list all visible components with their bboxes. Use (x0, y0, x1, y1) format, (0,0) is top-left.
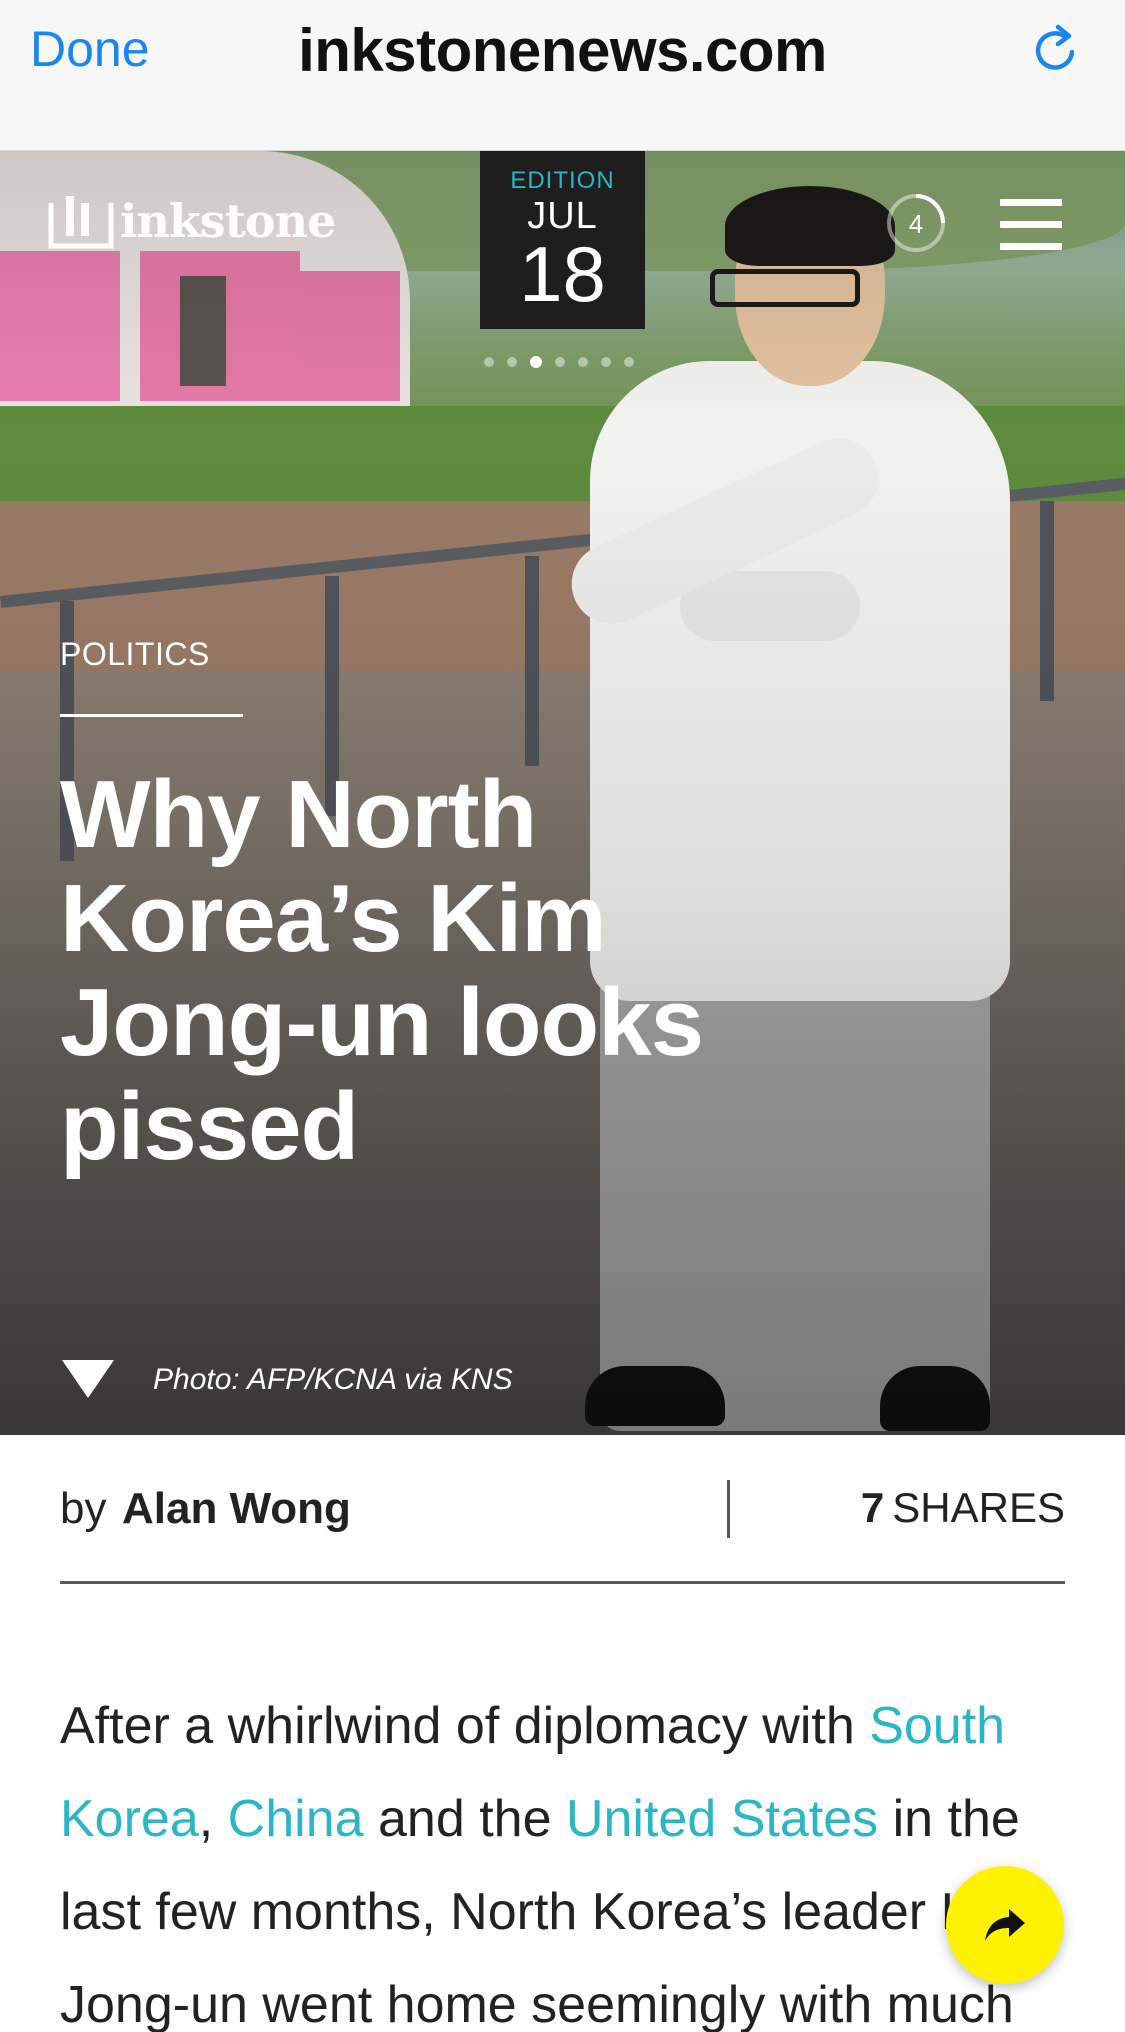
share-count-number: 7 (860, 1484, 885, 1531)
story-counter-icon[interactable]: 4 (884, 191, 948, 255)
share-count: 7 SHARES (861, 1484, 1065, 1532)
edition-badge[interactable]: EDITION JUL 18 (480, 151, 645, 329)
edition-day: 18 (519, 230, 606, 318)
category-divider (60, 714, 243, 717)
hamburger-menu-icon[interactable] (1000, 199, 1062, 251)
hero-image: inkstone EDITION JUL 18 4 POLITICS Why N… (0, 151, 1125, 1435)
byline: by Alan Wong 7 SHARES (60, 1480, 1065, 1570)
menu-bar (1000, 199, 1062, 206)
logo-text: inkstone (120, 194, 336, 248)
story-counter: 4 (909, 209, 923, 239)
pager-dot[interactable] (507, 357, 517, 367)
link-china[interactable]: China (228, 1790, 364, 1848)
category-label[interactable]: POLITICS (60, 636, 210, 673)
link-united-states[interactable]: United States (566, 1790, 878, 1848)
menu-bar (1000, 221, 1062, 228)
share-arrow-icon (985, 1909, 1025, 1941)
menu-bar (1000, 243, 1062, 250)
story-pager[interactable] (484, 356, 634, 368)
triangle-down-icon[interactable] (60, 1358, 116, 1400)
byline-separator (60, 1581, 1065, 1584)
share-button[interactable] (946, 1866, 1064, 1984)
share-count-label: SHARES (892, 1484, 1065, 1531)
pager-dot[interactable] (601, 357, 611, 367)
byline-divider (727, 1480, 730, 1538)
article-paragraph: After a whirlwind of diplomacy with Sout… (60, 1680, 1065, 2032)
logo-mark-icon (48, 196, 114, 249)
browser-toolbar: Done inkstonenews.com (0, 0, 1125, 151)
page-domain: inkstonenews.com (298, 17, 827, 84)
edition-label: EDITION (510, 167, 615, 194)
article-text: and the (363, 1790, 566, 1848)
pager-dot[interactable] (578, 357, 588, 367)
pager-dot[interactable] (484, 357, 494, 367)
reload-icon[interactable] (1028, 22, 1084, 78)
pager-dot[interactable] (555, 357, 565, 367)
author-name[interactable]: Alan Wong (122, 1484, 351, 1534)
pager-dot[interactable] (624, 357, 634, 367)
article-headline: Why North Korea’s Kim Jong-un looks piss… (60, 761, 704, 1180)
photo-credit: Photo: AFP/KCNA via KNS (153, 1363, 513, 1396)
by-label: by (60, 1484, 107, 1533)
pager-dot-active[interactable] (530, 356, 542, 368)
article-text: After a whirlwind of diplomacy with (60, 1697, 870, 1755)
inkstone-logo[interactable]: inkstone (48, 191, 336, 251)
article-text: , (198, 1790, 228, 1848)
